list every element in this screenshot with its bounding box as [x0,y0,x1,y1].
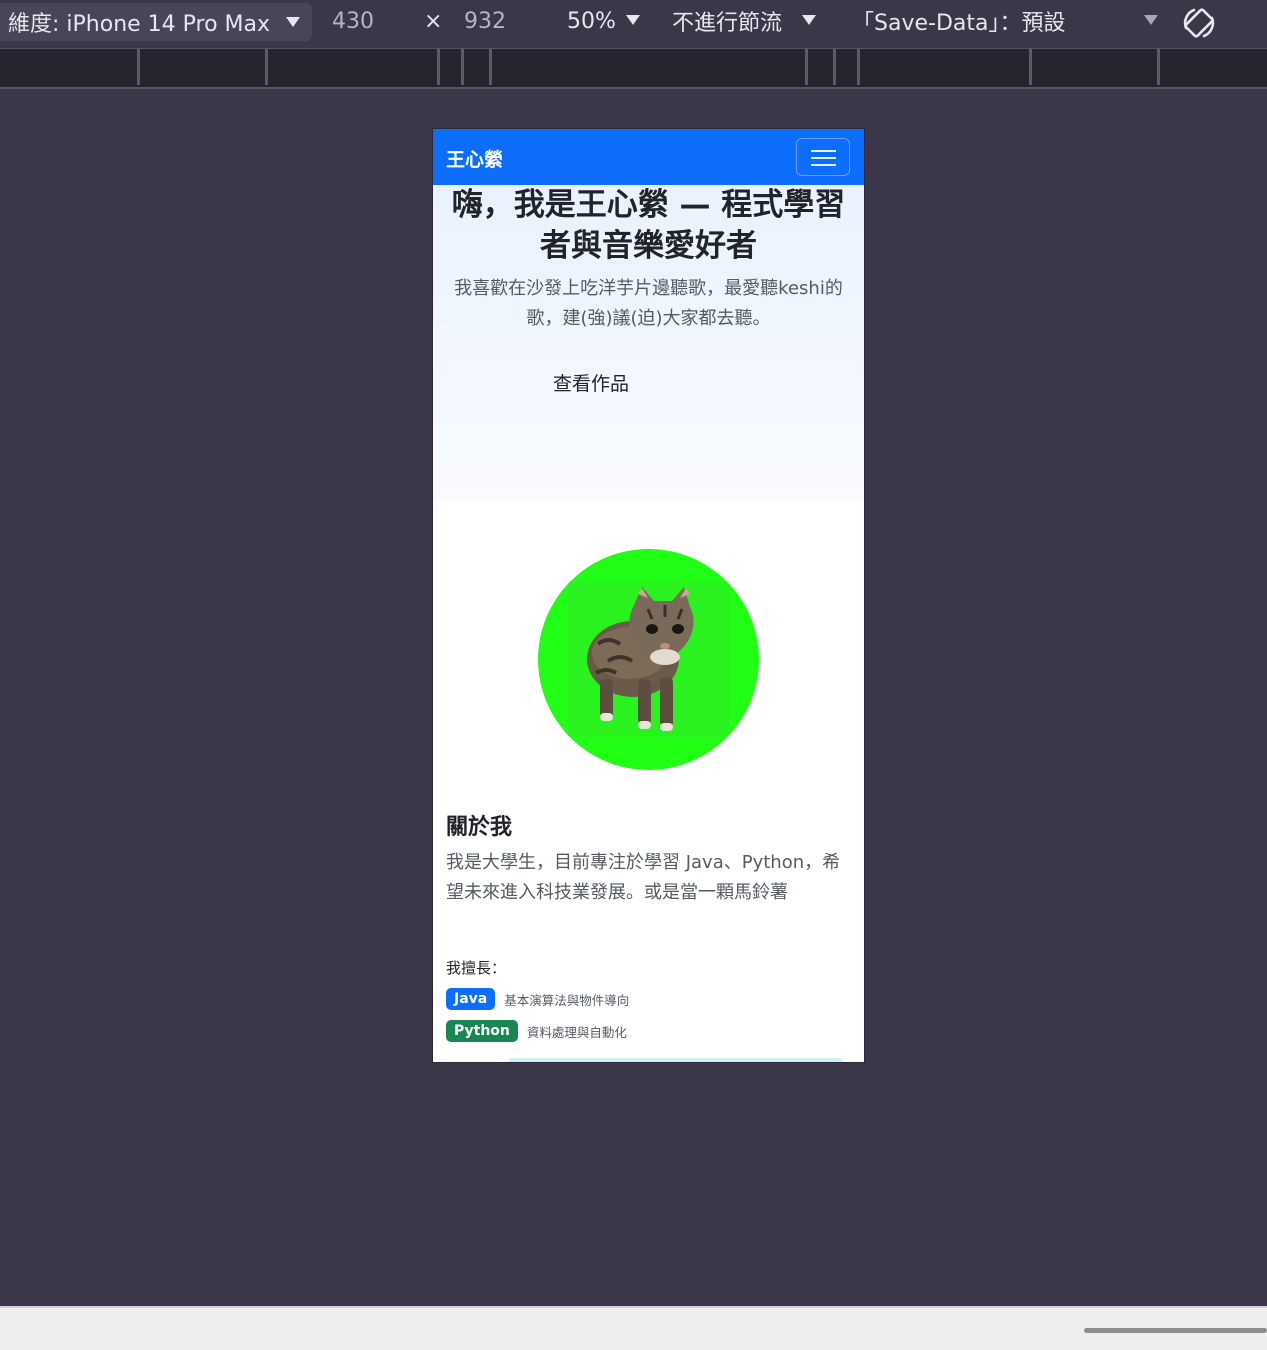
skill-desc: 資料處理與自動化 [526,1024,627,1040]
hero-title: 嗨，我是王心縈 — 程式學習者與音樂愛好者 [451,187,846,264]
next-card-edge [508,1058,843,1062]
skill-badge: Python [446,1020,518,1042]
horizontal-scrollbar[interactable] [1084,1328,1267,1333]
ruler-tick[interactable] [137,49,140,85]
navbar: 王心縈 [433,129,864,185]
skills-label: 我擅長： [446,959,507,977]
ruler-tick[interactable] [805,49,808,85]
throttle-dropdown[interactable]: 不進行節流 [672,0,782,42]
hero-subtitle: 我喜歡在沙發上吃洋芋片邊聽歌，最愛聽keshi的歌，建(強)議(迫)大家都去聽。 [454,278,843,329]
skill-item: Python 資料處理與自動化 [446,1020,627,1042]
ruler-tick[interactable] [857,49,860,85]
media-query-ruler [0,49,1267,89]
ruler-tick[interactable] [489,49,492,85]
about-title: 關於我 [446,815,513,840]
hamburger-line [811,164,836,166]
skill-badge: Java [446,988,496,1010]
cat-icon [568,581,730,737]
rotate-icon[interactable] [1180,4,1218,42]
device-viewport: 王心縈 嗨，我是王心縈 — 程式學習者與音樂愛好者 我喜歡在沙發上吃洋芋片邊聽歌… [432,128,865,1063]
skill-desc: 基本演算法與物件導向 [504,992,630,1008]
ruler-tick[interactable] [461,49,464,85]
about-text: 我是大學生，目前專注於學習 Java、Python，希望未來進入科技業發展。或是… [446,852,841,903]
avatar [538,549,759,770]
ruler-tick[interactable] [437,49,440,85]
hamburger-menu-button[interactable] [796,138,850,176]
width-input[interactable]: 430 [332,0,374,42]
devtools-toolbar: 維度: iPhone 14 Pro Max 430 × 932 50% 不進行節… [0,0,1267,49]
device-dropdown[interactable]: 維度: iPhone 14 Pro Max [0,3,312,41]
times-icon: × [424,8,443,34]
ruler-tick[interactable] [1029,49,1032,85]
devtools-bottom-bar [0,1306,1267,1350]
save-data-label: 「Save-Data」：預設 [852,11,1066,36]
hamburger-line [811,150,836,152]
hamburger-line [811,157,836,159]
chevron-down-icon [626,15,640,25]
chevron-down-icon [286,17,300,27]
ruler-tick[interactable] [1157,49,1160,85]
throttle-label: 不進行節流 [672,11,783,36]
chevron-down-icon [1144,15,1158,25]
save-data-dropdown[interactable]: 「Save-Data」：預設 [852,0,1065,42]
skill-item: Java 基本演算法與物件導向 [446,988,629,1010]
zoom-dropdown[interactable]: 50% [567,0,616,42]
view-works-button[interactable]: 查看作品 [553,369,629,396]
ruler-tick[interactable] [833,49,836,85]
chevron-down-icon [802,15,816,25]
navbar-brand[interactable]: 王心縈 [446,145,503,172]
zoom-label: 50% [567,8,616,34]
hero-section: 嗨，我是王心縈 — 程式學習者與音樂愛好者 我喜歡在沙發上吃洋芋片邊聽歌，最愛聽… [433,185,864,501]
device-label: 維度: iPhone 14 Pro Max [8,12,271,37]
height-input[interactable]: 932 [464,0,506,42]
ruler-tick[interactable] [265,49,268,85]
